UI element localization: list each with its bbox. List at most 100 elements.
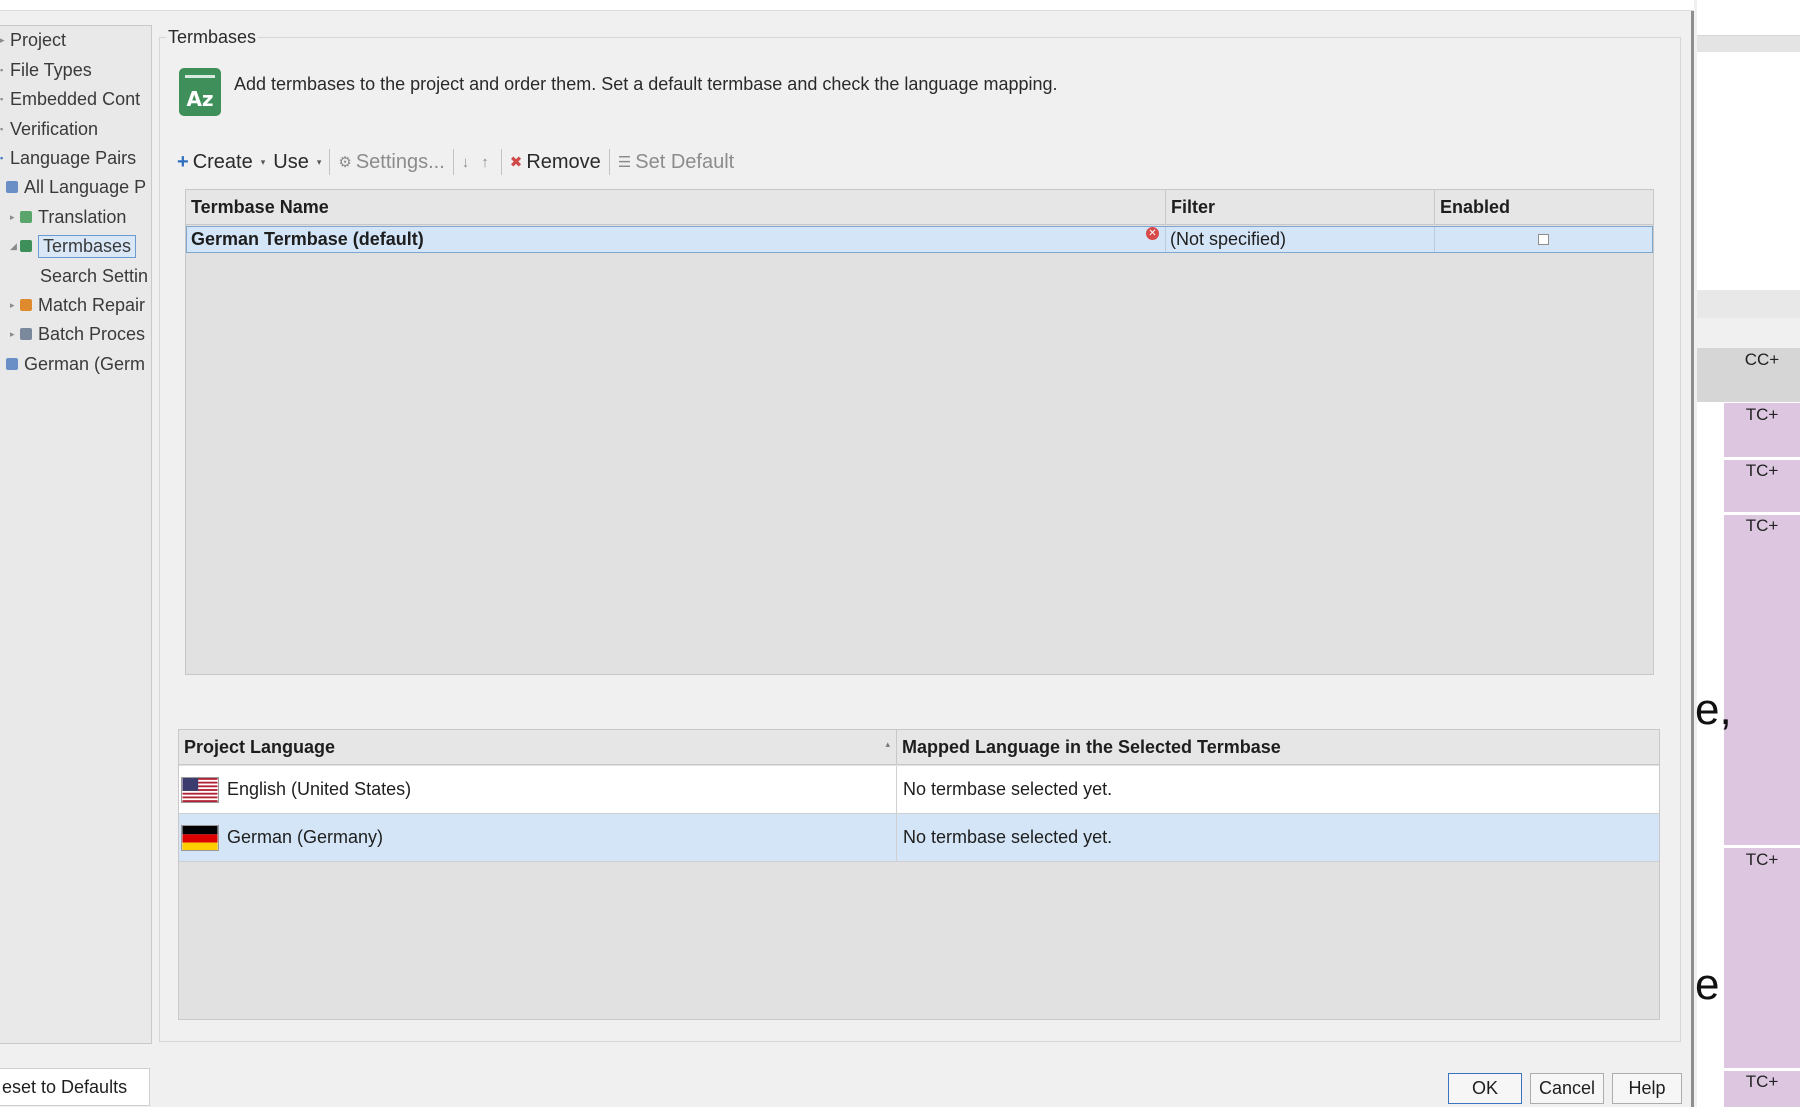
background-editor-window: CC+ TC+ TC+ TC+ TC+ TC+ e, e [1695,0,1800,1107]
enabled-checkbox[interactable] [1538,234,1549,245]
termbase-icon: Az [179,68,221,116]
tree-item-german[interactable]: German (Germ [6,350,145,378]
expand-arrow-icon[interactable]: ▸ [10,300,20,311]
language-grid-header: Project Language ▴ Mapped Language in th… [179,730,1659,765]
termbase-grid[interactable]: Termbase Name Filter Enabled German Term… [185,189,1654,675]
tree-item-match-repair[interactable]: ▸ Match Repair [10,291,145,319]
expand-arrow-icon[interactable]: ▸ [0,35,10,46]
segment-status-label: TC+ [1745,516,1779,535]
tree-item-embedded-content[interactable]: ▪ Embedded Cont [0,85,140,113]
segment-status-label: TC+ [1745,405,1779,424]
row-divider [1697,402,1800,403]
gear-icon: ⚙ [338,154,352,171]
termbase-name-cell[interactable]: German Termbase (default) ✕ [187,227,1166,252]
row-divider [1697,512,1800,515]
dialog-top-edge [0,0,1694,11]
toolbar-separator [500,149,502,175]
toolbar-separator [452,149,454,175]
tree-item-translation[interactable]: ▸ Translation [10,203,126,231]
screen: ▸ Project ▪ File Types ▪ Embedded Cont ▪… [0,0,1800,1107]
toolbar-separator [608,149,610,175]
row-divider [1697,845,1800,848]
status-column [1724,402,1800,1107]
project-settings-dialog: ▸ Project ▪ File Types ▪ Embedded Cont ▪… [0,0,1694,1107]
us-flag-icon [181,776,219,803]
wrench-icon [20,299,32,311]
dropdown-arrow-icon[interactable]: ▾ [261,157,266,168]
segment-status-label: TC+ [1745,461,1779,480]
expand-arrow-icon[interactable]: ▸ [10,329,20,340]
tree-item-batch-processing[interactable]: ▸ Batch Proces [10,320,145,348]
column-header-enabled[interactable]: Enabled [1435,190,1653,225]
remove-x-icon: ✖ [509,154,523,171]
mapped-language-cell[interactable]: No termbase selected yet. [897,814,1659,861]
help-button[interactable]: Help [1612,1073,1682,1104]
column-header-filter[interactable]: Filter [1166,190,1435,225]
remove-button[interactable]: ✖ Remove [506,151,605,174]
batch-processing-icon [20,328,32,340]
table-row[interactable]: German (Germany) No termbase selected ye… [179,814,1659,862]
expand-arrow-icon[interactable]: ▪ [0,65,10,75]
language-pair-icon [6,358,18,370]
segment-status-label: TC+ [1745,850,1779,869]
expand-arrow-icon[interactable]: ▪ [0,94,10,104]
translation-memory-icon [20,211,32,223]
tree-item-termbases[interactable]: ◢ Termbases [10,232,137,260]
column-header-mapped-language[interactable]: Mapped Language in the Selected Termbase [897,730,1659,765]
column-header-project-language[interactable]: Project Language ▴ [179,730,897,765]
use-button[interactable]: Use ▾ [269,151,325,174]
termbase-toolbar: + Create ▾ Use ▾ ⚙ Settings... ↓ ↑ ✖ Rem… [173,146,738,178]
ok-button[interactable]: OK [1448,1073,1522,1104]
arrow-down-icon: ↓ [461,153,470,171]
editor-header-strip [1697,290,1800,318]
plus-icon: + [177,150,189,173]
table-row[interactable]: German Termbase (default) ✕ (Not specifi… [186,226,1653,253]
row-divider [1697,457,1800,460]
de-flag-icon [181,824,219,851]
settings-button[interactable]: ⚙ Settings... [334,151,448,174]
toolbar-separator [329,149,331,175]
termbase-icon [20,240,32,252]
segment-text-fragment: e, [1695,685,1732,734]
move-up-button[interactable]: ↑ [477,154,497,171]
mapped-language-cell[interactable]: No termbase selected yet. [897,766,1659,813]
expand-arrow-icon[interactable]: ▪ [0,124,10,134]
editor-toolbar-strip [1697,0,1800,36]
expand-arrow-icon[interactable]: ▪ [0,153,10,163]
arrow-up-icon: ↑ [481,153,489,171]
enabled-cell[interactable] [1435,227,1652,252]
default-marker-icon: ☰ [617,154,632,171]
collapse-arrow-icon[interactable]: ◢ [10,241,20,252]
tree-item-file-types[interactable]: ▪ File Types [0,56,92,84]
segment-status-label: CC+ [1744,350,1780,369]
tree-item-all-language-pairs[interactable]: All Language P [6,173,146,201]
reset-to-defaults-button[interactable]: eset to Defaults [0,1068,150,1106]
set-default-button[interactable]: ☰ Set Default [614,151,738,174]
dropdown-arrow-icon[interactable]: ▾ [317,157,322,168]
language-pair-icon [6,181,18,193]
filter-cell[interactable]: (Not specified) [1166,227,1435,252]
sort-arrow-icon: ▴ [885,739,890,749]
project-language-cell[interactable]: German (Germany) [179,814,897,861]
expand-arrow-icon[interactable]: ▸ [10,212,20,223]
settings-tree[interactable]: ▸ Project ▪ File Types ▪ Embedded Cont ▪… [0,25,152,1044]
create-button[interactable]: + Create ▾ [173,151,269,174]
termbase-grid-header: Termbase Name Filter Enabled [186,190,1653,225]
segment-text-fragment: e [1695,960,1720,1009]
tree-item-verification[interactable]: ▪ Verification [0,115,98,143]
column-header-termbase-name[interactable]: Termbase Name [186,190,1166,225]
tree-item-search-settings[interactable]: Search Settin [40,262,148,290]
language-mapping-grid[interactable]: Project Language ▴ Mapped Language in th… [178,729,1660,1020]
move-down-button[interactable]: ↓ [458,154,478,171]
table-row[interactable]: English (United States) No termbase sele… [179,766,1659,814]
group-title: Termbases [166,27,259,48]
row-divider [1697,1068,1800,1071]
project-language-cell[interactable]: English (United States) [179,766,897,813]
segment-status-label: TC+ [1745,1072,1779,1091]
error-icon: ✕ [1146,227,1159,240]
tree-item-language-pairs[interactable]: ▪ Language Pairs [0,144,136,172]
tree-item-project[interactable]: ▸ Project [0,26,66,54]
editor-column-header [1697,318,1800,348]
cancel-button[interactable]: Cancel [1530,1073,1604,1104]
editor-tab-strip [1697,36,1800,52]
